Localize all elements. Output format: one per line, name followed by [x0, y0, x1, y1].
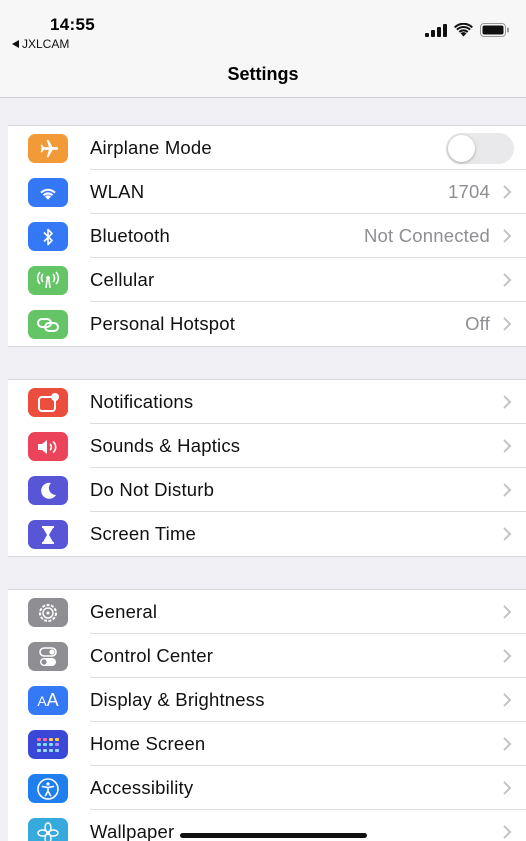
- row-label: Screen Time: [90, 523, 197, 544]
- gear-icon: [28, 598, 68, 627]
- chevron-right-icon: [503, 649, 512, 663]
- back-to-app-link[interactable]: JXLCAM: [12, 37, 69, 51]
- notifications-icon: [28, 388, 68, 417]
- hotspot-chain-icon: [28, 310, 68, 339]
- chevron-right-icon: [503, 439, 512, 453]
- settings-row-general[interactable]: General: [8, 590, 526, 634]
- home-indicator[interactable]: [180, 833, 367, 838]
- chevron-right-icon: [503, 605, 512, 619]
- settings-row-control-center[interactable]: Control Center: [8, 634, 526, 678]
- airplane-mode-toggle[interactable]: [446, 133, 514, 164]
- settings-row-cellular[interactable]: Cellular: [8, 258, 526, 302]
- settings-row-bluetooth[interactable]: Bluetooth Not Connected: [8, 214, 526, 258]
- wifi-icon: [454, 23, 473, 37]
- settings-row-wlan[interactable]: WLAN 1704: [8, 170, 526, 214]
- app-grid-icon: [28, 730, 68, 759]
- chevron-right-icon: [503, 317, 512, 331]
- row-label: Cellular: [90, 269, 155, 290]
- settings-row-accessibility[interactable]: Accessibility: [8, 766, 526, 810]
- chevron-right-icon: [503, 273, 512, 287]
- row-label: Accessibility: [90, 777, 194, 798]
- airplane-icon: [28, 134, 68, 163]
- row-label: Do Not Disturb: [90, 479, 215, 500]
- row-label: WLAN: [90, 181, 145, 202]
- settings-row-do-not-disturb[interactable]: Do Not Disturb: [8, 468, 526, 512]
- settings-row-notifications[interactable]: Notifications: [8, 380, 526, 424]
- settings-row-display-brightness[interactable]: AA Display & Brightness: [8, 678, 526, 722]
- wifi-icon: [28, 178, 68, 207]
- chevron-right-icon: [503, 825, 512, 839]
- row-label: Personal Hotspot: [90, 313, 236, 334]
- row-label: Sounds & Haptics: [90, 435, 241, 456]
- settings-group-connectivity: Airplane Mode WLAN 1704 Bluetooth Not Co…: [8, 125, 526, 347]
- navigation-bar: Settings: [0, 56, 526, 98]
- chevron-right-icon: [503, 185, 512, 199]
- chevron-right-icon: [503, 229, 512, 243]
- flower-icon: [28, 818, 68, 841]
- settings-row-screen-time[interactable]: Screen Time: [8, 512, 526, 556]
- row-value: 1704: [448, 181, 490, 202]
- row-label: Control Center: [90, 645, 214, 666]
- chevron-right-icon: [503, 395, 512, 409]
- row-label: General: [90, 601, 158, 622]
- toggle-knob: [448, 135, 475, 162]
- settings-row-sounds-haptics[interactable]: Sounds & Haptics: [8, 424, 526, 468]
- row-label: Bluetooth: [90, 225, 170, 246]
- antenna-icon: [28, 266, 68, 295]
- chevron-right-icon: [503, 737, 512, 751]
- settings-row-personal-hotspot[interactable]: Personal Hotspot Off: [8, 302, 526, 346]
- chevron-right-icon: [503, 527, 512, 541]
- speaker-icon: [28, 432, 68, 461]
- text-size-icon: AA: [28, 686, 68, 715]
- settings-row-home-screen[interactable]: Home Screen: [8, 722, 526, 766]
- back-app-label: JXLCAM: [22, 37, 70, 51]
- chevron-right-icon: [503, 781, 512, 795]
- row-label: Wallpaper: [90, 821, 175, 841]
- status-bar: 14:55 JXLCAM: [0, 0, 526, 56]
- settings-group-notifications: Notifications Sounds & Haptics Do Not Di…: [8, 379, 526, 557]
- settings-row-airplane-mode[interactable]: Airplane Mode: [8, 126, 526, 170]
- row-label: Display & Brightness: [90, 689, 265, 710]
- moon-icon: [28, 476, 68, 505]
- chevron-right-icon: [503, 693, 512, 707]
- status-time: 14:55: [50, 15, 95, 34]
- settings-group-general: General Control Center AA Display & Brig…: [8, 589, 526, 841]
- bluetooth-icon: [28, 222, 68, 251]
- row-label: Notifications: [90, 391, 194, 412]
- row-label: Home Screen: [90, 733, 206, 754]
- battery-icon: [480, 23, 509, 37]
- row-value: Not Connected: [363, 225, 490, 246]
- toggles-icon: [28, 642, 68, 671]
- accessibility-icon: [28, 774, 68, 803]
- back-arrow-icon: [12, 40, 19, 48]
- row-label: Airplane Mode: [90, 137, 212, 158]
- hourglass-icon: [28, 520, 68, 549]
- chevron-right-icon: [503, 483, 512, 497]
- signal-bars-icon: [425, 23, 447, 37]
- row-value: Off: [465, 313, 490, 334]
- page-title: Settings: [227, 64, 299, 84]
